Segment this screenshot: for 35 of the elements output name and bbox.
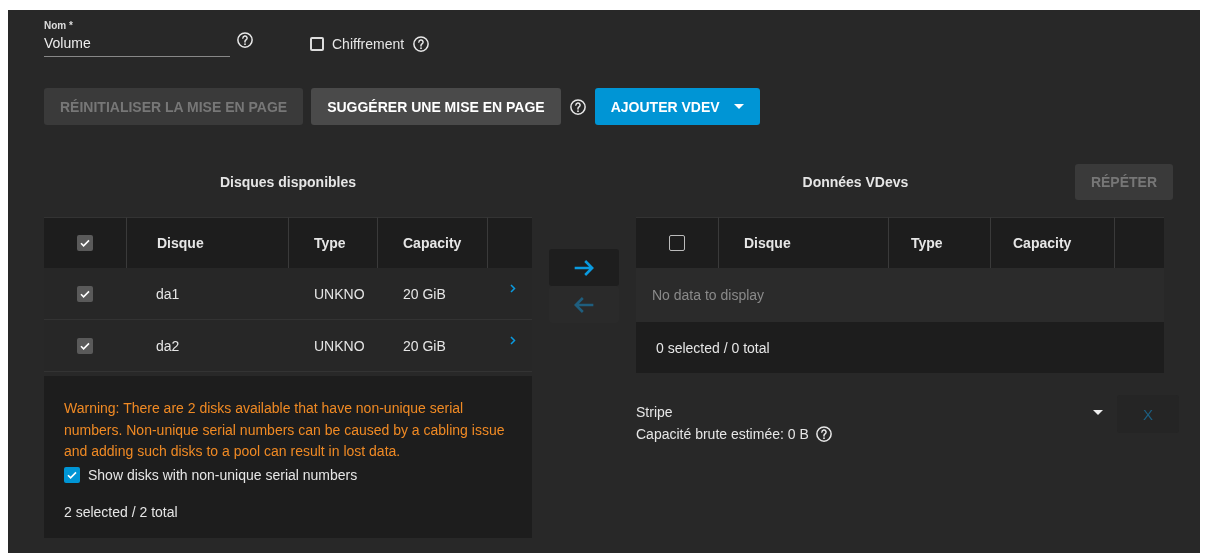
layout-button[interactable]: SUGGÉRER UNE MISE EN PAGE: [311, 88, 561, 125]
checkmark-icon: [79, 237, 91, 249]
column-header[interactable]: Disque: [126, 217, 288, 268]
name-field[interactable]: Volume: [44, 35, 230, 57]
chevron-right-icon[interactable]: [510, 284, 516, 293]
warning-text: Warning: There are 2 disks available that have non-unique serial numbers. Non-unique serial numbers can be caused by a cabling issue and adding such disks to a pool can result in lost data.: [64, 399, 506, 461]
column-header[interactable]: Disque: [718, 217, 888, 268]
column-header[interactable]: Capacity: [377, 217, 487, 268]
column-header[interactable]: Type: [288, 217, 377, 268]
chevron-right-icon[interactable]: [510, 336, 516, 345]
selection-count: 2 selected / 2 total: [64, 503, 178, 520]
checkbox[interactable]: [64, 466, 80, 483]
help-icon[interactable]: [412, 35, 431, 53]
caret-icon: [733, 103, 744, 110]
checkbox[interactable]: [669, 235, 685, 251]
layout-select[interactable]: Stripe: [636, 404, 1107, 420]
column-header[interactable]: Type: [888, 217, 990, 268]
checkbox[interactable]: [77, 337, 93, 354]
selection-count: 0 selected / 0 total: [656, 339, 770, 356]
field-label: Nom *: [44, 20, 74, 31]
checkbox-label: Show disks with non-unique serial numbers: [88, 466, 358, 483]
checkbox[interactable]: [310, 37, 324, 51]
caret-icon: [1093, 409, 1103, 415]
column-header[interactable]: Capacity: [990, 217, 1114, 268]
checkbox[interactable]: [77, 235, 93, 251]
capacity-text: Capacité brute estimée: 0 B: [636, 426, 809, 442]
header-cell: [1114, 217, 1164, 268]
move-button[interactable]: [549, 249, 619, 286]
section-title: Données VDevs: [801, 173, 910, 192]
help-icon[interactable]: [568, 97, 587, 116]
section-title: Disques disponibles: [218, 173, 358, 192]
checkbox[interactable]: [77, 285, 93, 302]
help-icon[interactable]: [236, 31, 254, 49]
help-icon[interactable]: [814, 425, 833, 443]
checkbox-label: Chiffrement: [332, 36, 405, 52]
